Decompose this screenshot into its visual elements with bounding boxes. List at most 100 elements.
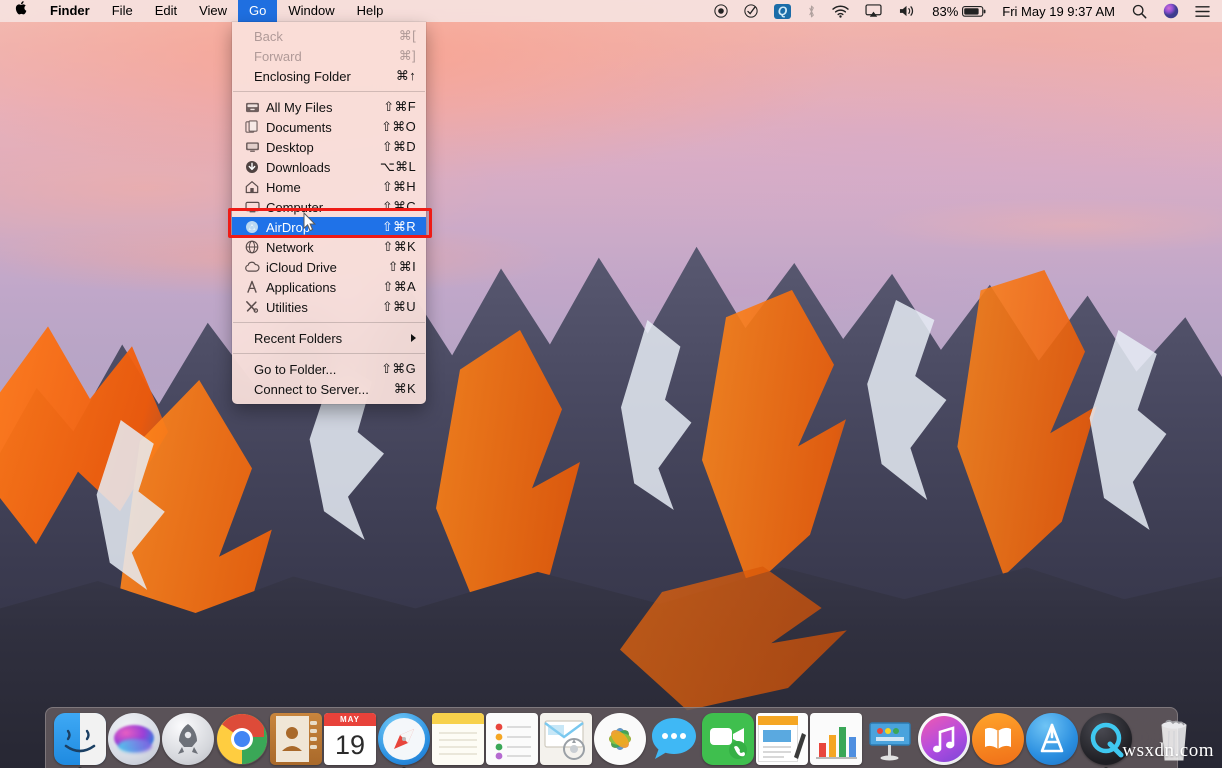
menu-item-shortcut: ⇧⌘A <box>375 279 416 295</box>
dock-item-calendar[interactable]: MAY 19 <box>324 713 376 768</box>
spotlight-search-icon[interactable] <box>1124 0 1155 22</box>
dock-item-mail[interactable] <box>540 713 592 768</box>
menu-item-label: Home <box>266 180 374 195</box>
dock-item-siri[interactable] <box>108 713 160 768</box>
screen-record-icon[interactable] <box>706 0 736 22</box>
menu-item-connect-to-server[interactable]: Connect to Server... ⌘K <box>232 379 426 399</box>
menu-item-label: Downloads <box>266 160 372 175</box>
menu-item-documents[interactable]: Documents ⇧⌘O <box>232 117 426 137</box>
dock-item-numbers[interactable] <box>810 713 862 768</box>
dock-item-pages[interactable] <box>756 713 808 768</box>
safari-icon <box>378 713 430 765</box>
dock: MAY 19 <box>45 707 1178 768</box>
menu-item-desktop[interactable]: Desktop ⇧⌘D <box>232 137 426 157</box>
computer-icon <box>244 200 260 214</box>
mail-icon <box>540 713 592 765</box>
dock-item-photos[interactable] <box>594 713 646 768</box>
dock-item-safari[interactable] <box>378 713 430 768</box>
menu-item-forward[interactable]: Forward ⌘] <box>232 46 426 66</box>
menu-item-shortcut: ⇧⌘I <box>380 259 416 275</box>
wifi-icon[interactable] <box>824 0 857 22</box>
menu-item-downloads[interactable]: Downloads ⌥⌘L <box>232 157 426 177</box>
notes-icon <box>432 713 484 765</box>
bluetooth-icon[interactable] <box>799 0 824 22</box>
chrome-icon <box>216 713 268 765</box>
dock-item-ibooks[interactable] <box>972 713 1024 768</box>
dock-item-finder[interactable] <box>54 713 106 768</box>
menu-item-airdrop[interactable]: AirDrop ⇧⌘R <box>232 217 426 237</box>
dock-item-keynote[interactable] <box>864 713 916 768</box>
menu-item-enclosing-folder[interactable]: Enclosing Folder ⌘↑ <box>232 66 426 86</box>
menu-item-label: Recent Folders <box>254 331 411 346</box>
battery-percent-label[interactable]: 83% <box>923 4 961 19</box>
utilities-icon <box>244 300 260 314</box>
menu-item-back[interactable]: Back ⌘[ <box>232 26 426 46</box>
desktop-wallpaper[interactable] <box>0 0 1222 768</box>
apple-logo-icon[interactable] <box>0 0 39 22</box>
menu-separator <box>233 91 425 92</box>
menu-item-label: Go to Folder... <box>254 362 373 377</box>
menu-help[interactable]: Help <box>346 0 395 22</box>
menu-item-label: AirDrop <box>266 220 374 235</box>
menu-item-label: Applications <box>266 280 375 295</box>
battery-icon[interactable] <box>961 0 993 22</box>
menu-item-icloud-drive[interactable]: iCloud Drive ⇧⌘I <box>232 257 426 277</box>
menu-bar: Finder File Edit View Go Window Help Q <box>0 0 1222 22</box>
dock-item-contacts[interactable] <box>270 713 322 768</box>
menu-item-shortcut: ⇧⌘D <box>374 139 416 155</box>
menu-item-recent-folders[interactable]: Recent Folders <box>232 328 426 348</box>
home-icon <box>244 180 260 194</box>
menu-window[interactable]: Window <box>277 0 345 22</box>
dock-item-itunes[interactable] <box>918 713 970 768</box>
menu-go[interactable]: Go <box>238 0 277 22</box>
menu-finder[interactable]: Finder <box>39 0 101 22</box>
menu-item-label: Utilities <box>266 300 374 315</box>
dock-item-messages[interactable] <box>648 713 700 768</box>
downloads-icon <box>244 160 260 174</box>
ibooks-icon <box>972 713 1024 765</box>
messages-icon <box>648 713 700 765</box>
dock-item-reminders[interactable] <box>486 713 538 768</box>
siri-icon[interactable] <box>1155 0 1187 22</box>
dock-item-notes[interactable] <box>432 713 484 768</box>
contacts-icon <box>270 713 322 765</box>
site-watermark: wsxdn.com <box>1122 740 1214 762</box>
menu-item-utilities[interactable]: Utilities ⇧⌘U <box>232 297 426 317</box>
launchpad-icon <box>162 713 214 765</box>
notification-center-icon[interactable] <box>1187 0 1214 22</box>
network-icon <box>244 240 260 254</box>
menu-view[interactable]: View <box>188 0 238 22</box>
menu-item-label: Back <box>254 29 391 44</box>
menu-item-shortcut: ⌘[ <box>391 28 416 44</box>
menu-item-go-to-folder[interactable]: Go to Folder... ⇧⌘G <box>232 359 426 379</box>
menu-item-home[interactable]: Home ⇧⌘H <box>232 177 426 197</box>
dock-item-app-store[interactable] <box>1026 713 1078 768</box>
all-my-files-icon <box>244 100 260 114</box>
menu-file[interactable]: File <box>101 0 144 22</box>
finder-icon <box>54 713 106 765</box>
menu-item-label: Computer <box>266 200 374 215</box>
dock-item-chrome[interactable] <box>216 713 268 768</box>
menu-item-label: All My Files <box>266 100 375 115</box>
go-menu-dropdown: Back ⌘[ Forward ⌘] Enclosing Folder ⌘↑ A… <box>232 22 426 404</box>
dock-item-facetime[interactable] <box>702 713 754 768</box>
menu-item-network[interactable]: Network ⇧⌘K <box>232 237 426 257</box>
menu-separator <box>233 353 425 354</box>
dock-item-launchpad[interactable] <box>162 713 214 768</box>
airplay-icon[interactable] <box>857 0 890 22</box>
menu-item-label: Forward <box>254 49 391 64</box>
volume-icon[interactable] <box>890 0 923 22</box>
menu-bar-clock[interactable]: Fri May 19 9:37 AM <box>993 4 1124 19</box>
menu-item-shortcut: ⇧⌘K <box>375 239 416 255</box>
desktop-icon <box>244 140 260 154</box>
menu-edit[interactable]: Edit <box>144 0 188 22</box>
menu-item-computer[interactable]: Computer ⇧⌘C <box>232 197 426 217</box>
quicktime-q-badge-icon[interactable]: Q <box>766 0 799 22</box>
calendar-icon: MAY 19 <box>324 713 376 765</box>
icloud-drive-icon <box>244 260 260 274</box>
menu-bar-status-items: Q 83% <box>706 0 1222 22</box>
menu-item-all-my-files[interactable]: All My Files ⇧⌘F <box>232 97 426 117</box>
menu-item-applications[interactable]: Applications ⇧⌘A <box>232 277 426 297</box>
checkmark-circle-icon[interactable] <box>736 0 766 22</box>
keynote-icon <box>864 713 916 765</box>
